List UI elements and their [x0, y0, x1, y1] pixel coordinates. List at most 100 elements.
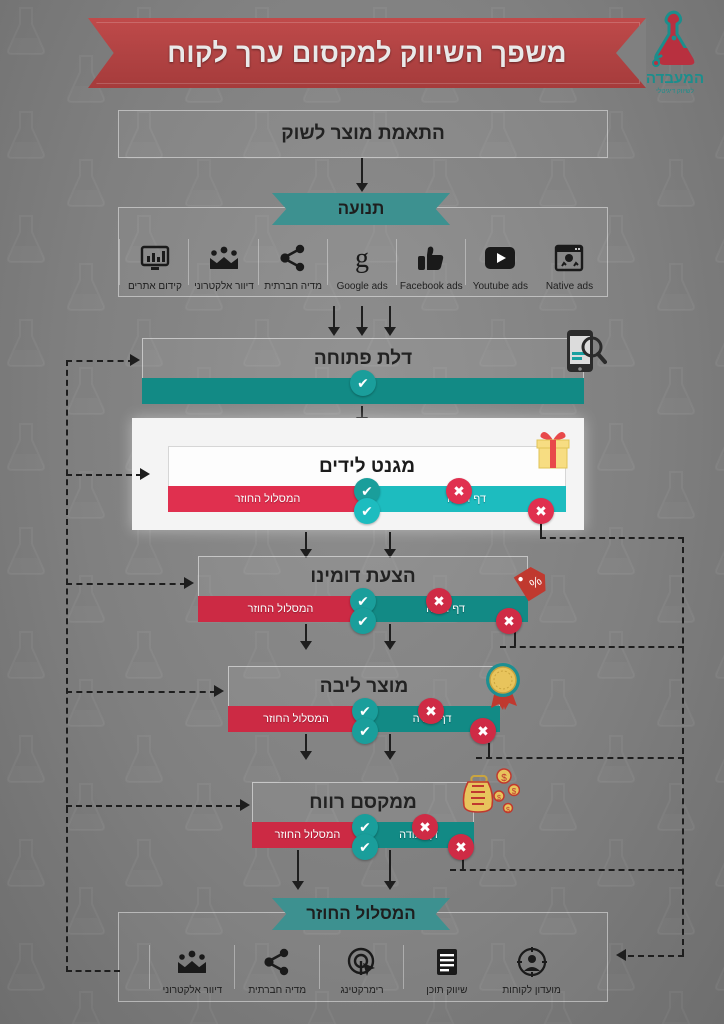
- stage-product-market-fit[interactable]: התאמת מוצר לשוק: [118, 110, 608, 158]
- domino-return-label: המסלול החוזר: [247, 603, 314, 615]
- return-channel-strip: מועדון לקוחות שיווק תוכן רימרקטינג מדיה …: [149, 938, 574, 996]
- profit-cross-badge-top: ✖: [412, 814, 438, 840]
- stage-lead-magnet[interactable]: מגנט לידים דף תודה המסלול החוזר ✔ ✔ ✖ ✖: [168, 446, 566, 524]
- traffic-ribbon-title: תנועה: [272, 193, 450, 225]
- feedback-branch-lead-magnet: [66, 474, 142, 476]
- arrow-down-traffic-3: [384, 306, 396, 336]
- traffic-channel-label: Facebook ads: [399, 281, 463, 292]
- traffic-channel-label: Youtube ads: [472, 281, 528, 292]
- return-channel-label: רימרקטינג: [340, 985, 384, 996]
- content-document-icon: [435, 945, 459, 979]
- stage-open-door[interactable]: דלת פתוחה ✔: [142, 338, 584, 404]
- domino-check-badge-bottom: ✔: [350, 608, 376, 634]
- return-channel-social-media[interactable]: מדיה חברתית: [233, 938, 320, 996]
- return-channel-label: מועדון לקוחות: [502, 985, 561, 996]
- smartphone-search-icon: [565, 328, 607, 381]
- feedback-arrow-profit: [240, 799, 250, 811]
- svg-text:$: $: [501, 773, 507, 784]
- google-g-icon: g: [350, 241, 374, 275]
- return-path-ribbon-title: המסלול החוזר: [272, 898, 450, 930]
- return-channel-customer-club[interactable]: מועדון לקוחות: [489, 938, 574, 996]
- profit-return-label: המסלול החוזר: [274, 829, 341, 841]
- customer-club-icon: [516, 945, 547, 979]
- arrow-magnet-to-domino-1: [300, 532, 312, 558]
- lead-magnet-cross-badge-top: ✖: [446, 478, 472, 504]
- logo-name: המעבדה: [645, 70, 705, 87]
- award-rosette-icon: [481, 660, 525, 717]
- arrow-down-traffic-2: [356, 306, 368, 336]
- open-door-check-badge: ✔: [350, 370, 376, 396]
- traffic-channel-label: Google ads: [336, 281, 388, 292]
- traffic-channel-label: דיוור אלקטרוני: [194, 281, 254, 292]
- money-bag-icon: $ $ $ $: [452, 766, 521, 827]
- traffic-channel-social-media[interactable]: מדיה חברתית: [257, 232, 328, 292]
- logo-subtitle: לשיווק דיגיטלי: [656, 88, 694, 95]
- profit-bar-return: המסלול החוזר: [252, 822, 363, 848]
- feedback-branch-core: [66, 691, 216, 693]
- native-ads-icon: [554, 241, 584, 275]
- return-channel-email[interactable]: דיוור אלקטרוני: [149, 938, 235, 996]
- logo: המעבדה לשיווק דיגיטלי: [638, 8, 712, 106]
- return-loop-arrow: [616, 949, 626, 961]
- svg-text:$: $: [506, 807, 510, 814]
- svg-text:g: g: [355, 243, 369, 273]
- lead-magnet-bar-return: המסלול החוזר: [168, 486, 367, 512]
- core-return-label: המסלול החוזר: [263, 713, 329, 725]
- return-branch-domino: [500, 646, 684, 648]
- lead-magnet-check-badge-bottom: ✔: [354, 498, 380, 524]
- core-check-badge-bottom: ✔: [352, 718, 378, 744]
- traffic-channel-seo[interactable]: קידום אתרים: [119, 232, 189, 292]
- core-cross-badge-right: ✖: [470, 718, 496, 744]
- return-channel-label: שיווק תוכן: [426, 985, 468, 996]
- flask-logo-icon: [652, 10, 695, 67]
- traffic-channel-email[interactable]: דיוור אלקטרוני: [188, 232, 258, 292]
- traffic-channel-label: קידום אתרים: [127, 281, 182, 292]
- feedback-arrow-domino: [184, 577, 194, 589]
- feedback-loop-left-spine: [66, 360, 68, 972]
- feedback-arrow-lead-magnet: [140, 468, 150, 480]
- profit-cross-badge-right: ✖: [448, 834, 474, 860]
- return-channel-content-marketing[interactable]: שיווק תוכן: [403, 938, 489, 996]
- arrow-core-to-profit-2: [384, 734, 396, 760]
- return-loop-bottom: [628, 955, 684, 957]
- feedback-branch-profit: [66, 805, 242, 807]
- arrow-magnet-to-domino-2: [384, 532, 396, 558]
- return-channel-label: מדיה חברתית: [248, 985, 307, 996]
- feedback-branch-domino: [66, 583, 186, 585]
- arrow-down-traffic-1: [328, 306, 340, 336]
- core-cross-badge-top: ✖: [418, 698, 444, 724]
- feedback-arrow-core: [214, 685, 224, 697]
- traffic-channel-youtube-ads[interactable]: Youtube ads: [464, 232, 535, 292]
- arrow-profit-to-return-2: [384, 850, 396, 890]
- traffic-channel-label: מדיה חברתית: [264, 281, 322, 292]
- stage-profit-maximizer[interactable]: ממקסם רווח דף תודה המסלול החוזר ✔ ✔ ✖ ✖: [252, 782, 474, 860]
- infographic-root: משפך השיווק למקסום ערך לקוח המעבדה לשיוו…: [0, 0, 724, 1024]
- return-tick-core: [488, 743, 490, 757]
- stage-label-product-market-fit: התאמת מוצר לשוק: [281, 123, 445, 144]
- envelope-people-icon: [208, 241, 240, 275]
- traffic-channel-native-ads[interactable]: Native ads: [535, 232, 604, 292]
- gift-box-icon: [533, 428, 573, 477]
- youtube-play-icon: [484, 241, 516, 275]
- arrow-core-to-profit-1: [300, 734, 312, 760]
- core-bar-return: המסלול החוזר: [228, 706, 364, 732]
- stage-core-product[interactable]: מוצר ליבה דף תודה המסלול החוזר ✔ ✔ ✖ ✖: [228, 666, 500, 744]
- feedback-branch-open-door: [66, 360, 134, 362]
- traffic-channel-facebook-ads[interactable]: Facebook ads: [395, 232, 466, 292]
- lead-magnet-cross-badge-right: ✖: [528, 498, 554, 524]
- svg-text:$: $: [512, 787, 517, 796]
- return-branch-lead-magnet: [540, 537, 684, 539]
- retargeting-cursor-icon: [347, 945, 377, 979]
- svg-text:$: $: [497, 795, 501, 802]
- domino-cross-badge-top: ✖: [426, 588, 452, 614]
- feedback-loop-left-bottom: [66, 970, 120, 972]
- arrow-down-to-traffic: [356, 158, 368, 192]
- stage-domino-offer[interactable]: הצעת דומינו דף תודה המסלול החוזר ✔ ✔ ✖ ✖: [198, 556, 528, 634]
- page-title: משפך השיווק למקסום ערך לקוח: [167, 37, 567, 68]
- share-nodes-icon: [279, 241, 307, 275]
- traffic-channel-google-ads[interactable]: g Google ads: [326, 232, 397, 292]
- header: משפך השיווק למקסום ערך לקוח המעבדה לשיוו…: [0, 0, 724, 110]
- return-channel-retargeting[interactable]: רימרקטינג: [318, 938, 405, 996]
- return-tick-domino: [514, 632, 516, 646]
- traffic-channel-strip: Native ads Youtube ads Facebook ads g Go…: [119, 232, 604, 292]
